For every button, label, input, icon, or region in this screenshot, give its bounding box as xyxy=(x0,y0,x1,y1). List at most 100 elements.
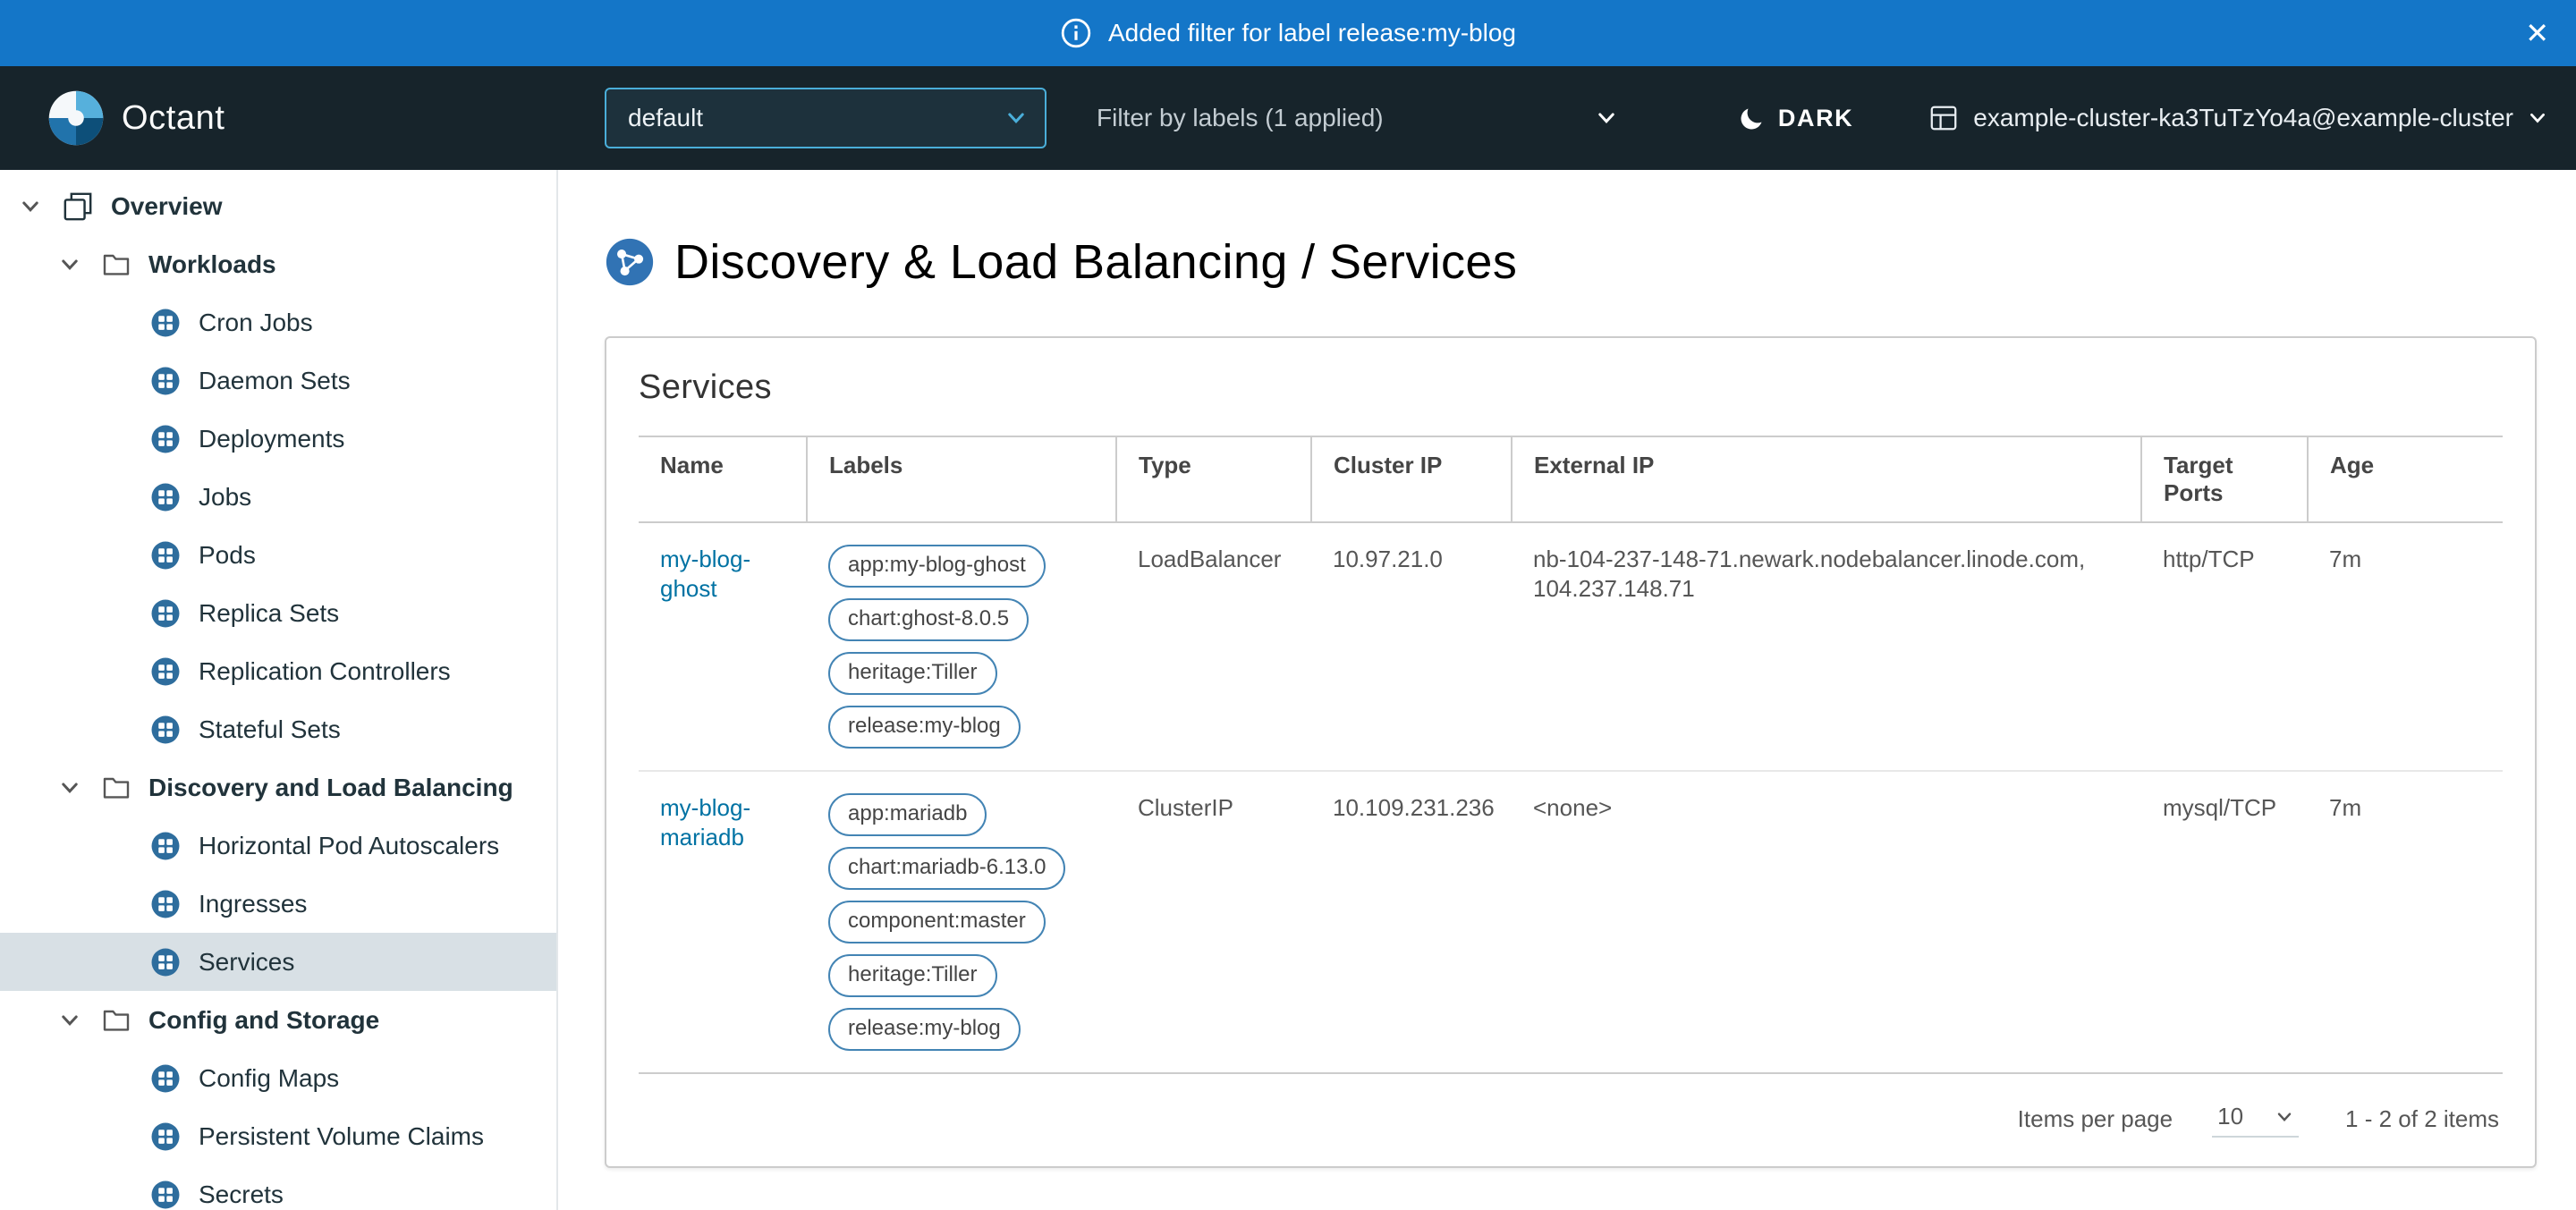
daemon-sets-icon xyxy=(150,366,181,396)
sidebar: Overview Workloads Cron Jobs Daemon Sets… xyxy=(0,170,558,1210)
folder-icon xyxy=(102,1006,131,1035)
external-ip: <none> xyxy=(1512,771,2141,1073)
sidebar-item-label: Secrets xyxy=(199,1180,284,1209)
sidebar-item-label: Replica Sets xyxy=(199,599,339,628)
label-pill[interactable]: release:my-blog xyxy=(828,706,1021,749)
notification-text: Added filter for label release:my-blog xyxy=(1108,19,1516,47)
service-link[interactable]: my-blog-mariadb xyxy=(660,794,750,850)
sidebar-item-label: Deployments xyxy=(199,425,344,453)
target-ports: mysql/TCP xyxy=(2141,771,2308,1073)
label-filter-select[interactable]: Filter by labels (1 applied) xyxy=(1097,104,1624,132)
sidebar-item-replication-controllers[interactable]: Replication Controllers xyxy=(0,642,556,700)
label-pill[interactable]: release:my-blog xyxy=(828,1008,1021,1051)
services-table: Name Labels Type Cluster IP External IP … xyxy=(639,436,2503,1074)
sidebar-item-label: Services xyxy=(199,948,294,977)
table-header-row: Name Labels Type Cluster IP External IP … xyxy=(639,436,2503,522)
discovery-load-balancing-icon xyxy=(605,237,655,287)
chevron-down-icon xyxy=(1596,107,1617,129)
sidebar-item-label: Overview xyxy=(111,192,223,221)
sidebar-item-label: Config Maps xyxy=(199,1064,339,1093)
config-maps-icon xyxy=(150,1063,181,1094)
target-ports: http/TCP xyxy=(2141,522,2308,771)
sidebar-item-persistent-volume-claims[interactable]: Persistent Volume Claims xyxy=(0,1107,556,1165)
labels-group: app:mariadb chart:mariadb-6.13.0 compone… xyxy=(828,793,1095,1051)
sidebar-item-cron-jobs[interactable]: Cron Jobs xyxy=(0,293,556,351)
sidebar-item-config-maps[interactable]: Config Maps xyxy=(0,1049,556,1107)
sidebar-item-stateful-sets[interactable]: Stateful Sets xyxy=(0,700,556,758)
octant-app: Added filter for label release:my-blog ✕… xyxy=(0,0,2576,1210)
app-title: Octant xyxy=(122,99,225,138)
labels-group: app:my-blog-ghost chart:ghost-8.0.5 heri… xyxy=(828,545,1095,749)
label-pill[interactable]: chart:mariadb-6.13.0 xyxy=(828,847,1065,890)
sidebar-item-ingresses[interactable]: Ingresses xyxy=(0,875,556,933)
page-title-row: Discovery & Load Balancing / Services xyxy=(605,234,2576,290)
sidebar-item-daemon-sets[interactable]: Daemon Sets xyxy=(0,351,556,410)
sidebar-item-label: Stateful Sets xyxy=(199,715,341,744)
replication-controllers-icon xyxy=(150,656,181,687)
chevron-down-icon xyxy=(59,1010,80,1031)
column-header-age: Age xyxy=(2308,436,2503,522)
chevron-down-icon xyxy=(59,254,80,275)
label-pill[interactable]: heritage:Tiller xyxy=(828,954,997,997)
app-header: Octant default Filter by labels (1 appli… xyxy=(0,66,2576,170)
stateful-sets-icon xyxy=(150,715,181,745)
cluster-ip: 10.97.21.0 xyxy=(1311,522,1512,771)
sidebar-item-label: Cron Jobs xyxy=(199,309,313,337)
external-ip: nb-104-237-148-71.newark.nodebalancer.li… xyxy=(1512,522,2141,771)
sidebar-group-discovery-and-load-balancing[interactable]: Discovery and Load Balancing xyxy=(0,758,556,817)
sidebar-item-deployments[interactable]: Deployments xyxy=(0,410,556,468)
sidebar-group-config-and-storage[interactable]: Config and Storage xyxy=(0,991,556,1049)
cluster-ip: 10.109.231.236 xyxy=(1311,771,1512,1073)
folder-icon xyxy=(102,250,131,279)
label-pill[interactable]: heritage:Tiller xyxy=(828,652,997,695)
namespace-select[interactable]: default xyxy=(605,88,1046,148)
card-title: Services xyxy=(639,368,2503,407)
items-per-page-select[interactable]: 10 xyxy=(2212,1101,2299,1138)
pods-icon xyxy=(150,540,181,571)
secrets-icon xyxy=(150,1180,181,1210)
theme-toggle-label: DARK xyxy=(1778,105,1853,132)
sidebar-item-overview[interactable]: Overview xyxy=(0,177,556,235)
chevron-down-icon xyxy=(1005,107,1027,129)
sidebar-item-label: Horizontal Pod Autoscalers xyxy=(199,832,499,860)
sidebar-item-label: Daemon Sets xyxy=(199,367,351,395)
sidebar-item-pods[interactable]: Pods xyxy=(0,526,556,584)
age: 7m xyxy=(2308,771,2503,1073)
age: 7m xyxy=(2308,522,2503,771)
pagination-bar: Items per page 10 1 - 2 of 2 items xyxy=(639,1074,2503,1163)
sidebar-item-label: Ingresses xyxy=(199,890,307,918)
column-header-type: Type xyxy=(1116,436,1311,522)
sidebar-item-horizontal-pod-autoscalers[interactable]: Horizontal Pod Autoscalers xyxy=(0,817,556,875)
sidebar-item-services[interactable]: Services xyxy=(0,933,556,991)
moon-icon xyxy=(1739,105,1766,131)
label-pill[interactable]: component:master xyxy=(828,901,1046,943)
sidebar-item-jobs[interactable]: Jobs xyxy=(0,468,556,526)
service-type: ClusterIP xyxy=(1116,771,1311,1073)
label-pill[interactable]: app:mariadb xyxy=(828,793,987,836)
octant-logo xyxy=(47,89,106,148)
sidebar-item-label: Persistent Volume Claims xyxy=(199,1122,484,1151)
label-pill[interactable]: app:my-blog-ghost xyxy=(828,545,1046,588)
sidebar-item-replica-sets[interactable]: Replica Sets xyxy=(0,584,556,642)
services-icon xyxy=(150,947,181,977)
notification-bar: Added filter for label release:my-blog ✕ xyxy=(0,0,2576,66)
chevron-down-icon xyxy=(2275,1108,2293,1126)
service-link[interactable]: my-blog-ghost xyxy=(660,546,750,602)
label-pill[interactable]: chart:ghost-8.0.5 xyxy=(828,598,1029,641)
info-icon xyxy=(1060,17,1092,49)
sidebar-item-secrets[interactable]: Secrets xyxy=(0,1165,556,1210)
sidebar-item-label: Jobs xyxy=(199,483,251,512)
service-type: LoadBalancer xyxy=(1116,522,1311,771)
overview-icon xyxy=(63,191,93,222)
brand: Octant xyxy=(0,89,555,148)
cluster-select[interactable]: example-cluster-ka3TuTzYo4a@example-clus… xyxy=(1928,103,2547,133)
items-per-page-label: Items per page xyxy=(2018,1105,2173,1133)
ingresses-icon xyxy=(150,889,181,919)
chevron-down-icon xyxy=(2528,108,2547,128)
deployments-icon xyxy=(150,424,181,454)
close-notification-icon[interactable]: ✕ xyxy=(2525,19,2549,47)
column-header-cluster-ip: Cluster IP xyxy=(1311,436,1512,522)
sidebar-group-workloads[interactable]: Workloads xyxy=(0,235,556,293)
theme-toggle-button[interactable]: DARK xyxy=(1739,105,1853,132)
column-header-external-ip: External IP xyxy=(1512,436,2141,522)
